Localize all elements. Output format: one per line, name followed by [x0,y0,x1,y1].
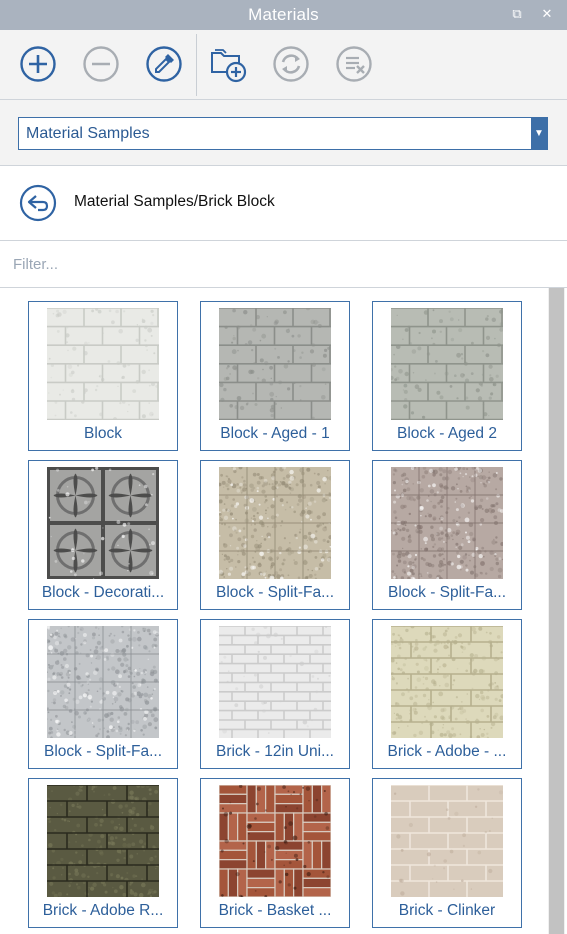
scrollbar-thumb[interactable] [549,288,564,934]
material-swatch [47,626,159,738]
toolbar-separator [196,34,197,96]
material-tile[interactable]: Block - Split-Fa... [372,460,522,610]
refresh-icon [273,46,309,82]
material-texture-icon [47,467,159,579]
material-tile[interactable]: Brick - Adobe R... [28,778,178,928]
window-titlebar: Materials ⧉ ✕ [0,0,567,30]
material-swatch [47,785,159,897]
material-label: Block - Aged 2 [397,425,497,442]
restore-window-icon[interactable]: ⧉ [508,5,526,23]
create-material-button[interactable] [16,42,60,86]
material-texture-icon [47,626,159,738]
material-texture-icon [219,785,331,897]
material-texture-icon [391,626,503,738]
materials-grid: Block Block - Aged - 1 Block - Aged 2 Block… [0,288,567,934]
material-swatch [47,308,159,420]
material-swatch [391,626,503,738]
back-button[interactable] [18,183,58,223]
material-texture-icon [219,626,331,738]
material-swatch [219,626,331,738]
material-texture-icon [391,308,503,420]
material-texture-icon [47,785,159,897]
material-tile[interactable]: Block [28,301,178,451]
plus-circle-icon [20,46,56,82]
material-label: Block - Aged - 1 [220,425,330,442]
collection-selector-area: Material Samples ▼ [0,100,567,166]
material-texture-icon [391,467,503,579]
minus-circle-icon [83,46,119,82]
material-tile[interactable]: Block - Decorati... [28,460,178,610]
material-swatch [219,308,331,420]
material-label: Brick - 12in Uni... [215,743,334,760]
material-texture-icon [47,308,159,420]
dropdown-arrow-icon[interactable]: ▼ [531,118,547,149]
material-tile[interactable]: Brick - Basket ... [200,778,350,928]
grid-scrollbar[interactable] [548,288,565,934]
folder-plus-icon [211,49,247,83]
breadcrumb: Material Samples/Brick Block [0,166,567,241]
sample-paint-button[interactable] [142,42,186,86]
material-label: Brick - Adobe - ... [387,743,507,760]
material-label: Brick - Clinker [398,902,496,919]
filter-bar [0,241,567,288]
material-swatch [391,308,503,420]
filter-input[interactable] [0,241,567,287]
add-collection-button[interactable] [206,42,250,86]
material-label: Brick - Basket ... [218,902,332,919]
material-texture-icon [391,785,503,897]
material-label: Block - Split-Fa... [44,743,162,760]
materials-toolbar [0,30,567,100]
material-swatch [219,467,331,579]
remove-material-button[interactable] [79,42,123,86]
material-swatch [391,785,503,897]
material-swatch [47,467,159,579]
material-texture-icon [219,467,331,579]
material-tile[interactable]: Brick - Clinker [372,778,522,928]
material-label: Block - Split-Fa... [388,584,506,601]
breadcrumb-path: Material Samples/Brick Block [74,193,275,210]
collection-dropdown-value: Material Samples [26,124,150,142]
material-tile[interactable]: Brick - Adobe - ... [372,619,522,769]
purge-unused-button[interactable] [332,42,376,86]
refresh-button[interactable] [269,42,313,86]
material-tile[interactable]: Block - Aged - 1 [200,301,350,451]
material-texture-icon [219,308,331,420]
material-label: Block [84,425,122,442]
material-tile[interactable]: Block - Split-Fa... [28,619,178,769]
back-arrow-icon [19,184,57,222]
purge-icon [336,46,372,82]
close-window-icon[interactable]: ✕ [538,5,556,23]
material-swatch [391,467,503,579]
material-swatch [219,785,331,897]
collection-dropdown[interactable]: Material Samples ▼ [18,117,548,150]
eyedropper-icon [146,46,182,82]
material-label: Block - Split-Fa... [216,584,334,601]
window-title: Materials [248,5,319,24]
material-tile[interactable]: Block - Aged 2 [372,301,522,451]
material-tile[interactable]: Block - Split-Fa... [200,460,350,610]
material-label: Brick - Adobe R... [42,902,164,919]
material-label: Block - Decorati... [41,584,165,601]
material-tile[interactable]: Brick - 12in Uni... [200,619,350,769]
